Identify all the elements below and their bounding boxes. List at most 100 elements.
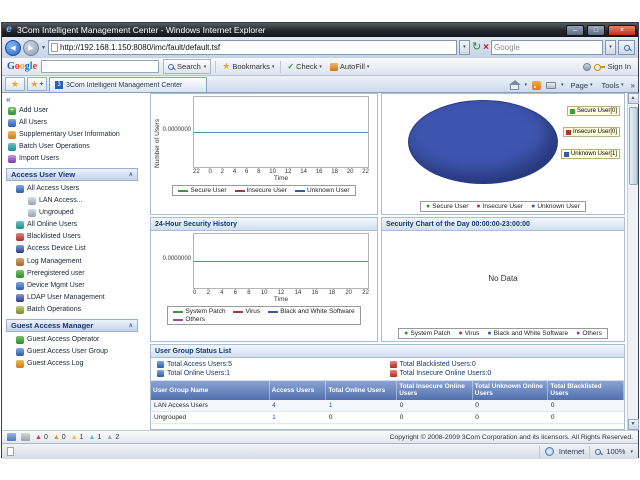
alarm-sound-icon[interactable] — [7, 433, 16, 441]
google-logo: Google — [7, 61, 37, 72]
tools-menu[interactable]: Tools — [600, 81, 626, 90]
table-row: Ungrouped 1 0 0 0 0 — [151, 411, 624, 423]
tab-imc[interactable]: 3 3Com Intelligent Management Center — [49, 77, 207, 92]
close-button[interactable] — [608, 25, 636, 36]
zoom-level[interactable]: 100% — [606, 447, 625, 456]
sidebar-item-guest-access-user-group[interactable]: Guest Access User Group — [14, 346, 142, 358]
alarm-major[interactable]: 0 — [53, 434, 66, 441]
forward-button[interactable] — [23, 40, 39, 56]
scrollbar-thumb[interactable] — [629, 107, 638, 185]
bookmarks-label: Bookmarks — [232, 62, 270, 71]
settings-icon[interactable] — [583, 63, 591, 71]
sidebar-item-all-online-users[interactable]: All Online Users — [14, 219, 142, 231]
page-viewport: +Add User All Users Supplementary User I… — [2, 93, 638, 430]
url-dropdown-button[interactable] — [459, 40, 470, 55]
home-icon[interactable] — [510, 84, 519, 90]
search-go-button[interactable] — [618, 40, 635, 55]
legend-item: Secure User — [178, 187, 226, 194]
sidebar-item-ldap-user-management[interactable]: LDAP User Management — [14, 292, 142, 304]
chevron-down-icon[interactable] — [630, 449, 633, 455]
sidebar-item-blacklisted-users[interactable]: Blacklisted Users — [14, 231, 142, 243]
page-menu[interactable]: Page — [568, 81, 594, 90]
legend-label: Secure User — [432, 203, 468, 210]
sidebar-item-add-user[interactable]: +Add User — [6, 105, 142, 117]
cell-access-users-link[interactable]: 4 — [269, 400, 326, 412]
print-icon[interactable] — [546, 82, 556, 89]
refresh-icon[interactable] — [472, 42, 481, 53]
sidebar-item-batch-user-operations[interactable]: Batch User Operations — [6, 141, 142, 153]
sidebar-item-all-access-users[interactable]: All Access Users — [14, 183, 142, 195]
more-commands-icon[interactable] — [631, 81, 635, 90]
stop-icon[interactable] — [483, 42, 489, 53]
sidebar-item-ungrouped[interactable]: Ungrouped — [26, 207, 142, 219]
collapse-section-icon[interactable] — [129, 171, 133, 178]
sidebar-item-lan-access[interactable]: LAN Access... — [26, 195, 142, 207]
group-node-icon — [28, 209, 36, 217]
chevron-down-icon[interactable] — [524, 82, 527, 88]
sidebar-item-label: All Access Users — [27, 185, 79, 193]
maximize-button[interactable] — [587, 25, 605, 36]
key-icon — [594, 63, 605, 70]
chart-legend: System Patch Virus Black and White Softw… — [167, 306, 360, 325]
vertical-scrollbar[interactable] — [627, 93, 638, 430]
search-dropdown-button[interactable] — [605, 40, 616, 55]
url-input[interactable] — [60, 43, 454, 52]
sidebar-item-guest-access-log[interactable]: Guest Access Log — [14, 358, 142, 370]
scroll-down-button[interactable] — [628, 419, 639, 430]
sidebar-item-guest-access-operator[interactable]: Guest Access Operator — [14, 334, 142, 346]
x-tick-label: 6 — [245, 169, 248, 175]
bookmarks-button[interactable]: Bookmarks — [220, 62, 276, 71]
alarm-minor[interactable]: 1 — [71, 434, 84, 441]
sidebar-item-label: Ungrouped — [39, 209, 74, 217]
alarm-triangle-icon — [35, 434, 42, 441]
x-tick-label: 14 — [300, 169, 307, 175]
minimize-button[interactable] — [566, 25, 584, 36]
back-button[interactable] — [5, 40, 21, 56]
message-icon[interactable] — [21, 433, 30, 441]
user-info-icon — [8, 131, 16, 139]
cell-unknown-online: 0 — [472, 400, 548, 412]
sidebar-item-preregistered-user[interactable]: Preregistered user — [14, 268, 142, 280]
sidebar-item-supplementary-user-information[interactable]: Supplementary User Information — [6, 129, 142, 141]
sidebar-item-import-users[interactable]: Import Users — [6, 153, 142, 165]
chevron-down-icon[interactable] — [561, 82, 564, 88]
google-search-input[interactable] — [41, 60, 159, 73]
google-search-button[interactable]: Search — [163, 59, 211, 74]
section-header-access-user-view[interactable]: Access User View — [6, 168, 138, 181]
sign-in-button[interactable]: Sign In — [581, 62, 633, 71]
sidebar-item-label: Preregistered user — [27, 270, 85, 278]
favorites-center-button[interactable] — [5, 77, 25, 91]
sidebar-item-all-users[interactable]: All Users — [6, 117, 142, 129]
url-field[interactable] — [48, 40, 457, 55]
scroll-up-button[interactable] — [628, 93, 639, 104]
legend-line-swatch — [173, 319, 183, 321]
series-line — [194, 132, 368, 133]
autofill-button[interactable]: AutoFill — [328, 62, 372, 71]
add-favorite-button[interactable] — [27, 77, 47, 91]
x-tick-label: 22 — [362, 290, 369, 296]
section-header-guest-access-manager[interactable]: Guest Access Manager — [6, 319, 138, 332]
sidebar-item-batch-operations[interactable]: Batch Operations — [14, 304, 142, 316]
dashboard-main: Number of Users 0.0000000 22024681012141… — [142, 93, 627, 430]
search-box[interactable]: Google — [491, 40, 603, 55]
sidebar-item-log-management[interactable]: Log Management — [14, 256, 142, 268]
sidebar-item-label: Batch User Operations — [19, 143, 90, 151]
history-dropdown-icon[interactable]: ▼ — [41, 45, 46, 51]
check-button[interactable]: Check — [285, 62, 323, 71]
collapse-navigation-icon[interactable] — [6, 95, 142, 105]
collapse-section-icon[interactable] — [129, 322, 133, 329]
chevron-down-icon — [319, 64, 322, 70]
alarm-count: 1 — [80, 434, 84, 441]
alarm-critical[interactable]: 0 — [35, 434, 48, 441]
batch-operations-icon — [8, 143, 16, 151]
plot-area — [193, 233, 369, 289]
cell-access-users-link[interactable]: 1 — [269, 411, 326, 423]
feeds-icon[interactable] — [532, 81, 541, 90]
title-bar: e 3Com Intelligent Management Center - W… — [2, 23, 638, 37]
alarm-warning[interactable]: 1 — [89, 434, 102, 441]
sidebar-item-access-device-list[interactable]: Access Device List — [14, 243, 142, 255]
alarm-info[interactable]: 2 — [106, 434, 119, 441]
sidebar-item-device-mgmt-user[interactable]: Device Mgmt User — [14, 280, 142, 292]
cell-online-users-link[interactable]: 1 — [326, 400, 397, 412]
log-icon — [16, 360, 24, 368]
